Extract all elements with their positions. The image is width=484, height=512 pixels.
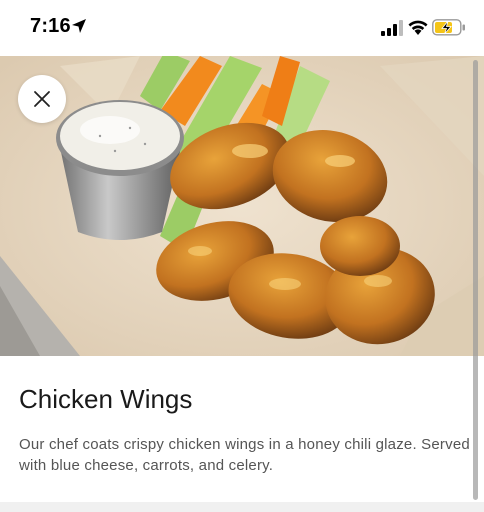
cellular-signal-icon: [381, 20, 403, 36]
battery-charging-icon: [432, 19, 465, 36]
chicken-wings-photo: [0, 56, 484, 356]
food-photo-illustration: [0, 56, 484, 356]
item-description: Our chef coats crispy chicken wings in a…: [19, 436, 470, 474]
close-button[interactable]: [18, 75, 66, 123]
item-title: Chicken Wings: [19, 384, 193, 414]
status-bar: 7:16: [0, 0, 484, 56]
status-time: 7:16: [30, 15, 71, 37]
bottom-divider: [0, 502, 484, 512]
close-icon: [34, 91, 50, 107]
location-arrow-icon: [72, 19, 86, 33]
wifi-icon: [408, 20, 428, 35]
